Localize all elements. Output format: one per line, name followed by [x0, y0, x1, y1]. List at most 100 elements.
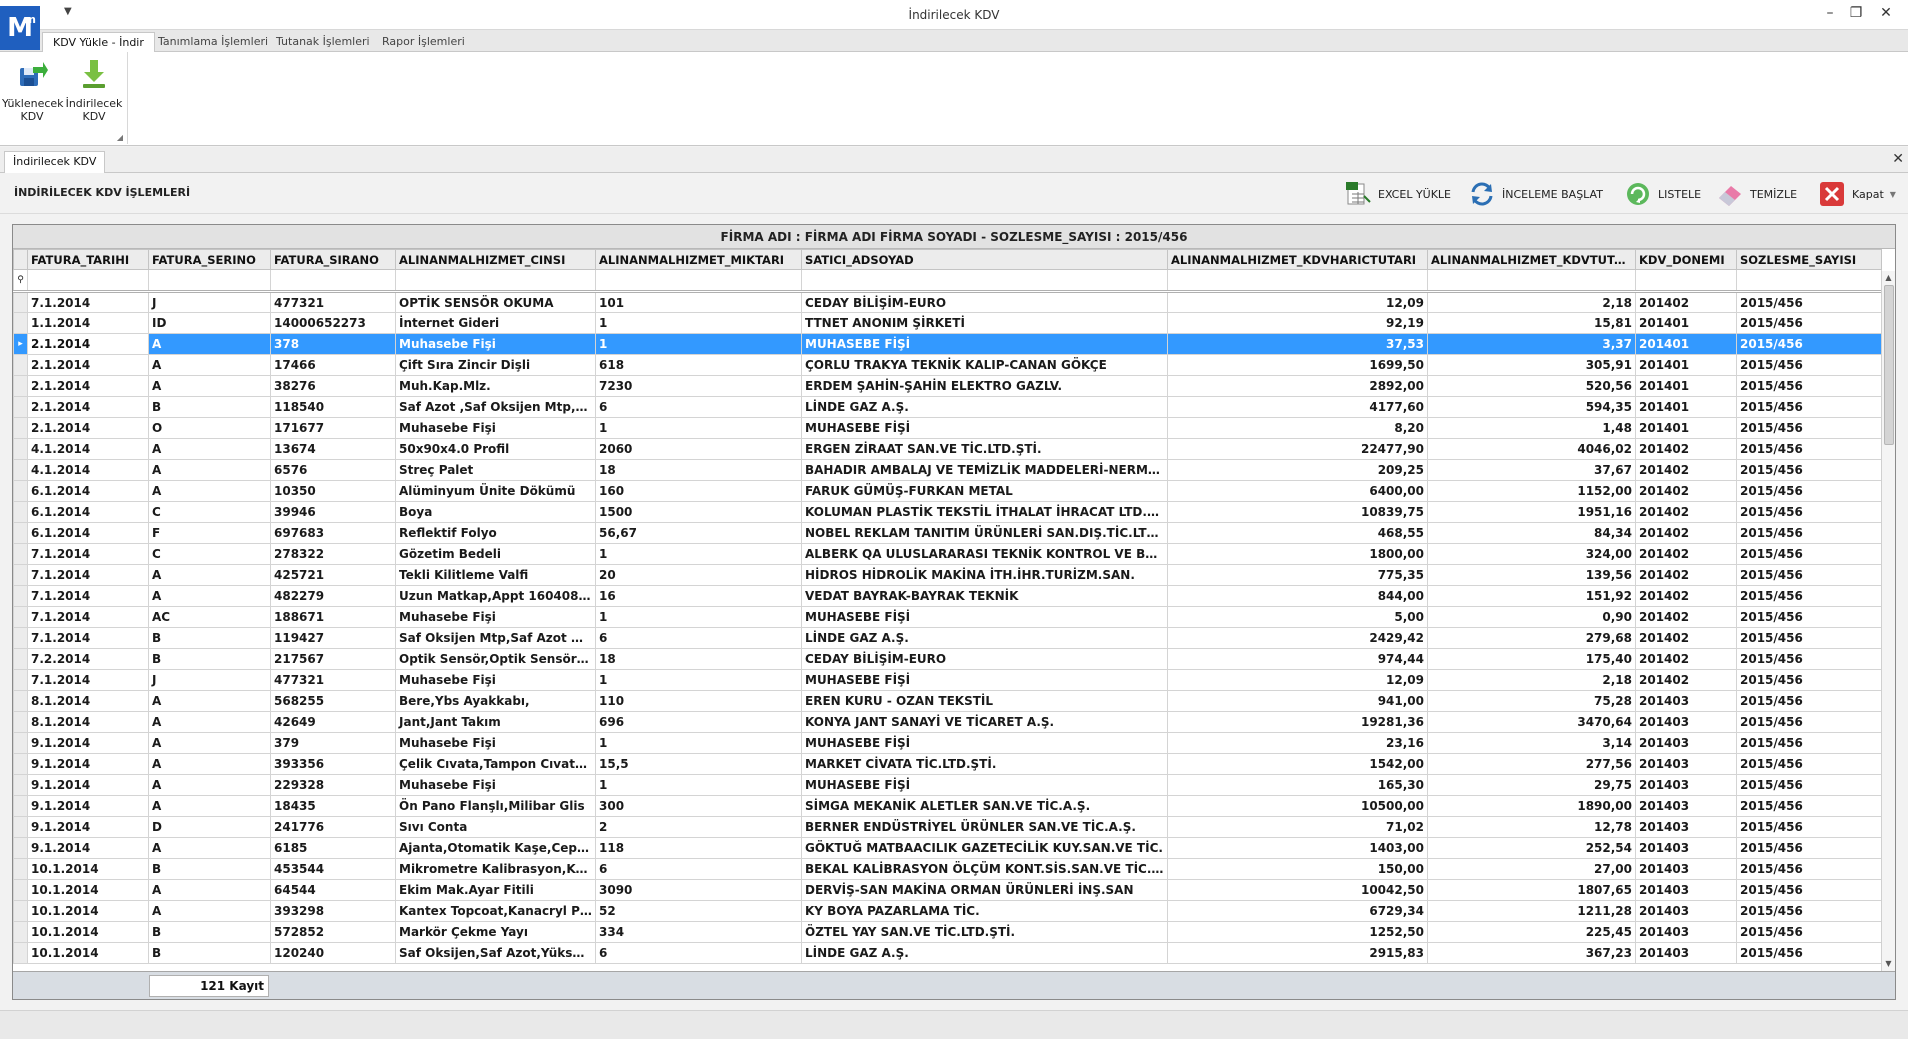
table-cell[interactable]: D [148, 816, 271, 838]
table-cell[interactable]: B [148, 921, 271, 943]
table-cell[interactable]: 14000652273 [270, 312, 396, 334]
row-indicator-icon[interactable]: ▸ [13, 333, 28, 355]
table-cell[interactable]: Optik Sensör,Optik Sensör K... [395, 648, 596, 670]
table-cell[interactable]: 7.1.2014 [27, 585, 149, 607]
table-cell[interactable]: Uzun Matkap,Appt 160408p... [395, 585, 596, 607]
table-cell[interactable]: 1 [595, 732, 802, 754]
table-cell[interactable]: Markör Çekme Yayı [395, 921, 596, 943]
table-cell[interactable]: 18 [595, 459, 802, 481]
table-cell[interactable]: 568255 [270, 690, 396, 712]
table-cell[interactable]: 110 [595, 690, 802, 712]
row-indicator[interactable] [13, 312, 28, 334]
table-cell[interactable]: 453544 [270, 858, 396, 880]
kapat-button[interactable]: Kapat ▼ [1818, 178, 1896, 210]
table-cell[interactable]: Muhasebe Fişi [395, 732, 596, 754]
table-cell[interactable]: 9.1.2014 [27, 816, 149, 838]
table-cell[interactable]: 0,90 [1427, 606, 1636, 628]
table-cell[interactable]: ERDEM ŞAHİN-ŞAHİN ELEKTRO GAZLV. [801, 375, 1168, 397]
table-cell[interactable]: 119427 [270, 627, 396, 649]
table-cell[interactable]: MUHASEBE FİŞİ [801, 417, 1168, 439]
table-row[interactable]: 10.1.2014 B 120240 Saf Oksijen,Saf Azot,Yük… [13, 942, 1882, 964]
table-cell[interactable]: A [148, 753, 271, 775]
table-cell[interactable]: 27,00 [1427, 858, 1636, 880]
tab-tanimlama[interactable]: Tanımlama İşlemleri [148, 32, 278, 52]
table-cell[interactable]: 1 [595, 312, 802, 334]
table-cell[interactable]: 6 [595, 942, 802, 964]
table-cell[interactable]: 225,45 [1427, 921, 1636, 943]
table-cell[interactable]: 165,30 [1167, 774, 1428, 796]
table-cell[interactable]: 2015/456 [1736, 459, 1882, 481]
row-indicator[interactable] [13, 375, 28, 397]
table-cell[interactable]: 6 [595, 627, 802, 649]
table-row[interactable]: 2.1.2014 A 38276 Muh.Kap.Mlz. 7230 ERDEM ŞAHİ… [13, 375, 1882, 397]
minimize-icon[interactable]: – [1816, 2, 1844, 24]
table-cell[interactable]: 1500 [595, 501, 802, 523]
filter-cell[interactable] [595, 269, 802, 293]
table-cell[interactable]: 201402 [1635, 564, 1737, 586]
table-cell[interactable]: 2892,00 [1167, 375, 1428, 397]
table-cell[interactable]: 2 [595, 816, 802, 838]
table-cell[interactable]: 9.1.2014 [27, 753, 149, 775]
column-header[interactable]: FATURA_SIRANO [270, 249, 396, 270]
table-cell[interactable]: 19281,36 [1167, 711, 1428, 733]
table-cell[interactable]: 229328 [270, 774, 396, 796]
column-header[interactable]: ALINANMALHIZMET_CINSI [395, 249, 596, 270]
table-cell[interactable]: 2015/456 [1736, 354, 1882, 376]
table-row[interactable]: 2.1.2014 O 171677 Muhasebe Fişi 1 MUHASEBE Fİ… [13, 417, 1882, 439]
table-cell[interactable]: Saf Oksijen,Saf Azot,Yüksek... [395, 942, 596, 964]
table-cell[interactable]: BERNER ENDÜSTRİYEL ÜRÜNLER SAN.VE TİC.A.… [801, 816, 1168, 838]
table-cell[interactable]: 201401 [1635, 396, 1737, 418]
row-indicator[interactable] [13, 690, 28, 712]
table-cell[interactable]: Muhasebe Fişi [395, 669, 596, 691]
table-cell[interactable]: A [148, 585, 271, 607]
table-cell[interactable]: 188671 [270, 606, 396, 628]
table-cell[interactable]: 305,91 [1427, 354, 1636, 376]
tab-rapor[interactable]: Rapor İşlemleri [372, 32, 475, 52]
row-indicator[interactable] [13, 774, 28, 796]
scroll-down-icon[interactable]: ▼ [1882, 957, 1895, 971]
table-cell[interactable]: 8.1.2014 [27, 711, 149, 733]
filter-cell[interactable] [1167, 269, 1428, 293]
table-cell[interactable]: NOBEL REKLAM TANITIM ÜRÜNLERİ SAN.DIŞ.Tİ… [801, 522, 1168, 544]
table-cell[interactable]: A [148, 354, 271, 376]
table-cell[interactable]: 482279 [270, 585, 396, 607]
tab-kdv-yukle-indir[interactable]: KDV Yükle - İndir [42, 32, 155, 53]
table-row[interactable]: 9.1.2014 A 393356 Çelik Cıvata,Tampon Cıvat… [13, 753, 1882, 775]
table-cell[interactable]: 278322 [270, 543, 396, 565]
table-cell[interactable]: 8,20 [1167, 417, 1428, 439]
table-cell[interactable]: 7.2.2014 [27, 648, 149, 670]
table-cell[interactable]: 20 [595, 564, 802, 586]
table-cell[interactable]: 39946 [270, 501, 396, 523]
table-cell[interactable]: 2015/456 [1736, 837, 1882, 859]
table-cell[interactable]: 201402 [1635, 627, 1737, 649]
table-cell[interactable]: 201402 [1635, 438, 1737, 460]
table-cell[interactable]: 3,37 [1427, 333, 1636, 355]
column-header[interactable]: SOZLESME_SAYISI [1736, 249, 1882, 270]
group-launcher-icon[interactable]: ◢ [117, 133, 123, 142]
table-cell[interactable]: 6.1.2014 [27, 480, 149, 502]
table-cell[interactable]: 29,75 [1427, 774, 1636, 796]
table-cell[interactable]: 4.1.2014 [27, 438, 149, 460]
table-cell[interactable]: 201403 [1635, 753, 1737, 775]
table-cell[interactable]: 120240 [270, 942, 396, 964]
table-cell[interactable]: 201403 [1635, 690, 1737, 712]
table-cell[interactable]: B [148, 648, 271, 670]
table-cell[interactable]: KY BOYA PAZARLAMA TİC. [801, 900, 1168, 922]
table-row[interactable]: 6.1.2014 C 39946 Boya 1500 KOLUMAN PLASTİK TE… [13, 501, 1882, 523]
table-row[interactable]: 7.1.2014 A 482279 Uzun Matkap,Appt 160408p.… [13, 585, 1882, 607]
table-row[interactable]: 9.1.2014 A 379 Muhasebe Fişi 1 MUHASEBE FİŞİ 2… [13, 732, 1882, 754]
vertical-scrollbar[interactable]: ▲ ▼ [1881, 271, 1895, 971]
table-cell[interactable]: 18435 [270, 795, 396, 817]
table-cell[interactable]: 1211,28 [1427, 900, 1636, 922]
table-cell[interactable]: 12,09 [1167, 291, 1428, 313]
column-header[interactable]: KDV_DONEMI [1635, 249, 1737, 270]
table-cell[interactable]: 2015/456 [1736, 291, 1882, 313]
inceleme-baslat-button[interactable]: İNCELEME BAŞLAT [1468, 178, 1603, 210]
table-cell[interactable]: 7.1.2014 [27, 606, 149, 628]
table-cell[interactable]: 6.1.2014 [27, 522, 149, 544]
table-cell[interactable]: 9.1.2014 [27, 774, 149, 796]
filter-cell[interactable] [801, 269, 1168, 293]
table-cell[interactable]: 241776 [270, 816, 396, 838]
table-cell[interactable]: 697683 [270, 522, 396, 544]
table-cell[interactable]: AC [148, 606, 271, 628]
